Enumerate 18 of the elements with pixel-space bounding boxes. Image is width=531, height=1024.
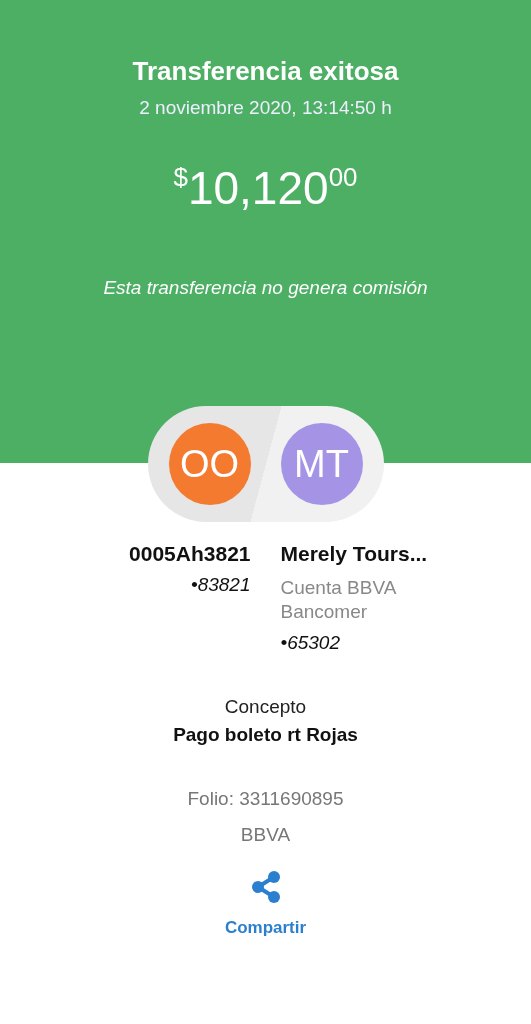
commission-note: Esta transferencia no genera comisión [103,277,428,299]
title: Transferencia exitosa [132,56,399,87]
bank-name: BBVA [240,824,291,846]
avatar: OO [168,423,251,505]
account-number: •83821 [191,574,251,596]
folio: Folio: 3311690895 [187,788,344,810]
bank-detail: Bancomer [280,600,368,624]
account-name: 0005Ah3821 [129,542,251,566]
share-icon[interactable] [249,870,282,904]
date: 2 noviembre 2020, 13:14:50 h [139,97,392,119]
share-link[interactable]: Compartir [224,918,307,938]
concept-value: Pago boleto rt Rojas [173,724,358,746]
account-number: •65302 [280,632,340,654]
amount: $^{$}$10,120$^{00}$ [173,161,358,215]
bank-detail: Cuenta BBVA [280,576,397,600]
avatar: MT [280,423,363,505]
account-name: Merely Tours... [280,542,428,566]
concept-label: Concepto [224,696,307,718]
